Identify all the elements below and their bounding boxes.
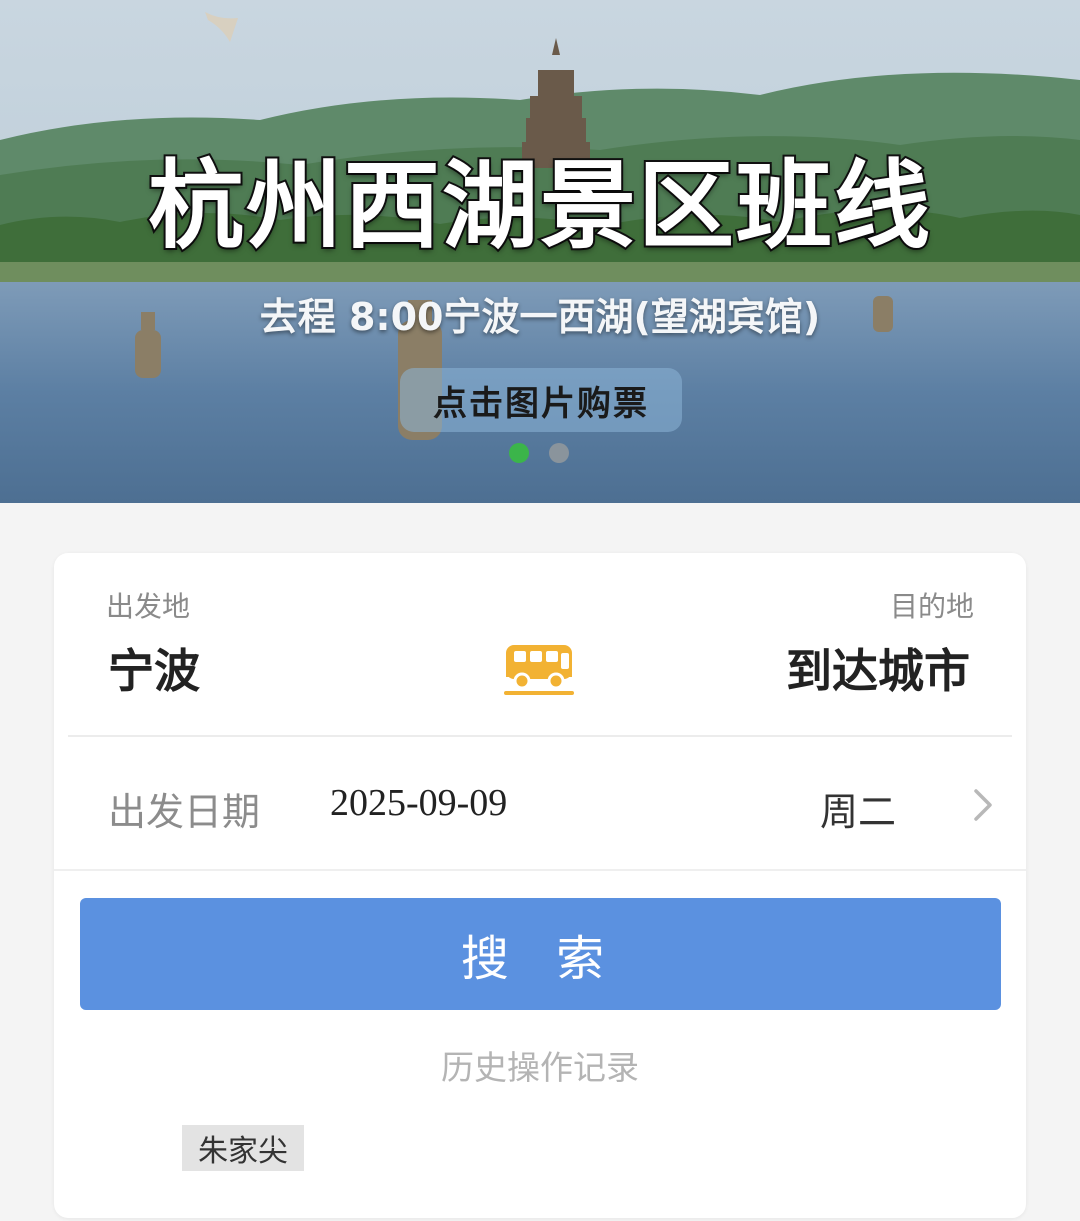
carousel-dot-2[interactable] [549,443,569,463]
carousel-indicator [509,443,569,463]
history-title: 历史操作记录 [441,1048,639,1087]
history-item[interactable]: 朱家尖 [182,1125,304,1171]
origin-label: 出发地 [106,590,191,623]
departure-date-value: 2025-09-09 [330,782,508,824]
promo-banner[interactable]: 杭州西湖景区班线 去程 8:00宁波一西湖(望湖宾馆) 点击图片购票 [0,0,1080,503]
banner-subtitle: 去程 8:00宁波一西湖(望湖宾馆) [259,295,821,339]
destination-label: 目的地 [889,590,974,623]
date-divider [54,869,1026,871]
chevron-right-icon [974,789,992,821]
carousel-dot-1[interactable] [509,443,529,463]
origin-city[interactable]: 宁波 [108,635,200,701]
destination-city[interactable]: 到达城市 [786,635,970,701]
ticket-search-card: 出发地 宁波 目的地 到达城市 出发日期 2025-09-09 周二 搜 索 历… [54,553,1026,1218]
bus-icon[interactable] [504,641,576,697]
search-button[interactable]: 搜 索 [80,898,1001,1010]
buy-ticket-cta[interactable]: 点击图片购票 [400,368,682,432]
departure-weekday: 周二 [820,790,897,834]
departure-date-row[interactable]: 出发日期 2025-09-09 周二 [54,737,1026,869]
departure-date-label: 出发日期 [108,790,261,834]
banner-title: 杭州西湖景区班线 [146,148,932,264]
